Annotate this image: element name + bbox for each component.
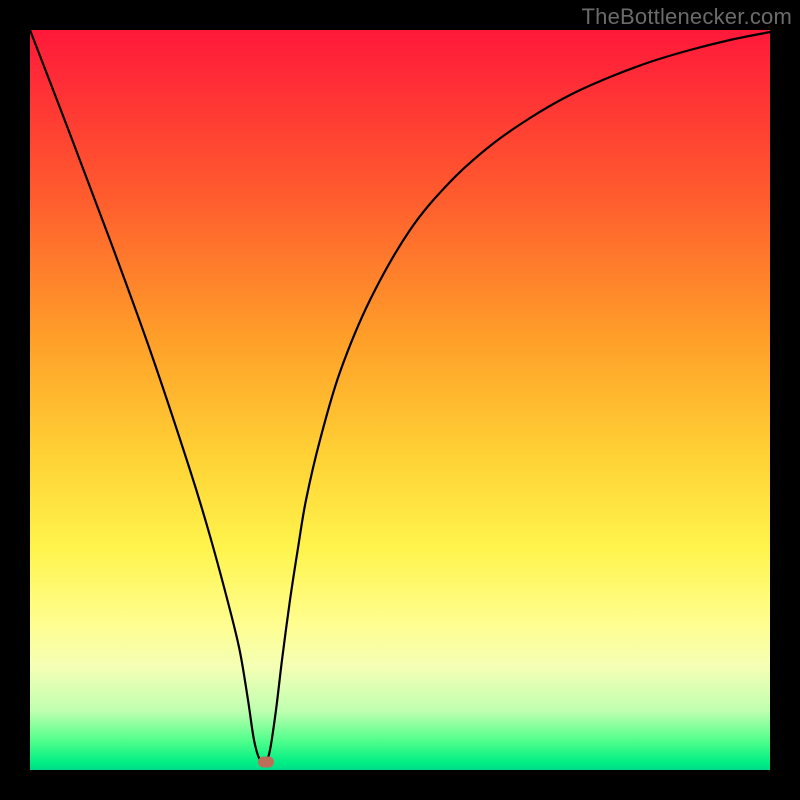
plot-area	[30, 30, 770, 770]
attribution-text: TheBottlenecker.com	[582, 4, 792, 30]
curve-svg	[30, 30, 770, 770]
chart-frame: TheBottlenecker.com	[0, 0, 800, 800]
optimum-marker	[258, 757, 274, 768]
bottleneck-curve	[30, 30, 770, 762]
